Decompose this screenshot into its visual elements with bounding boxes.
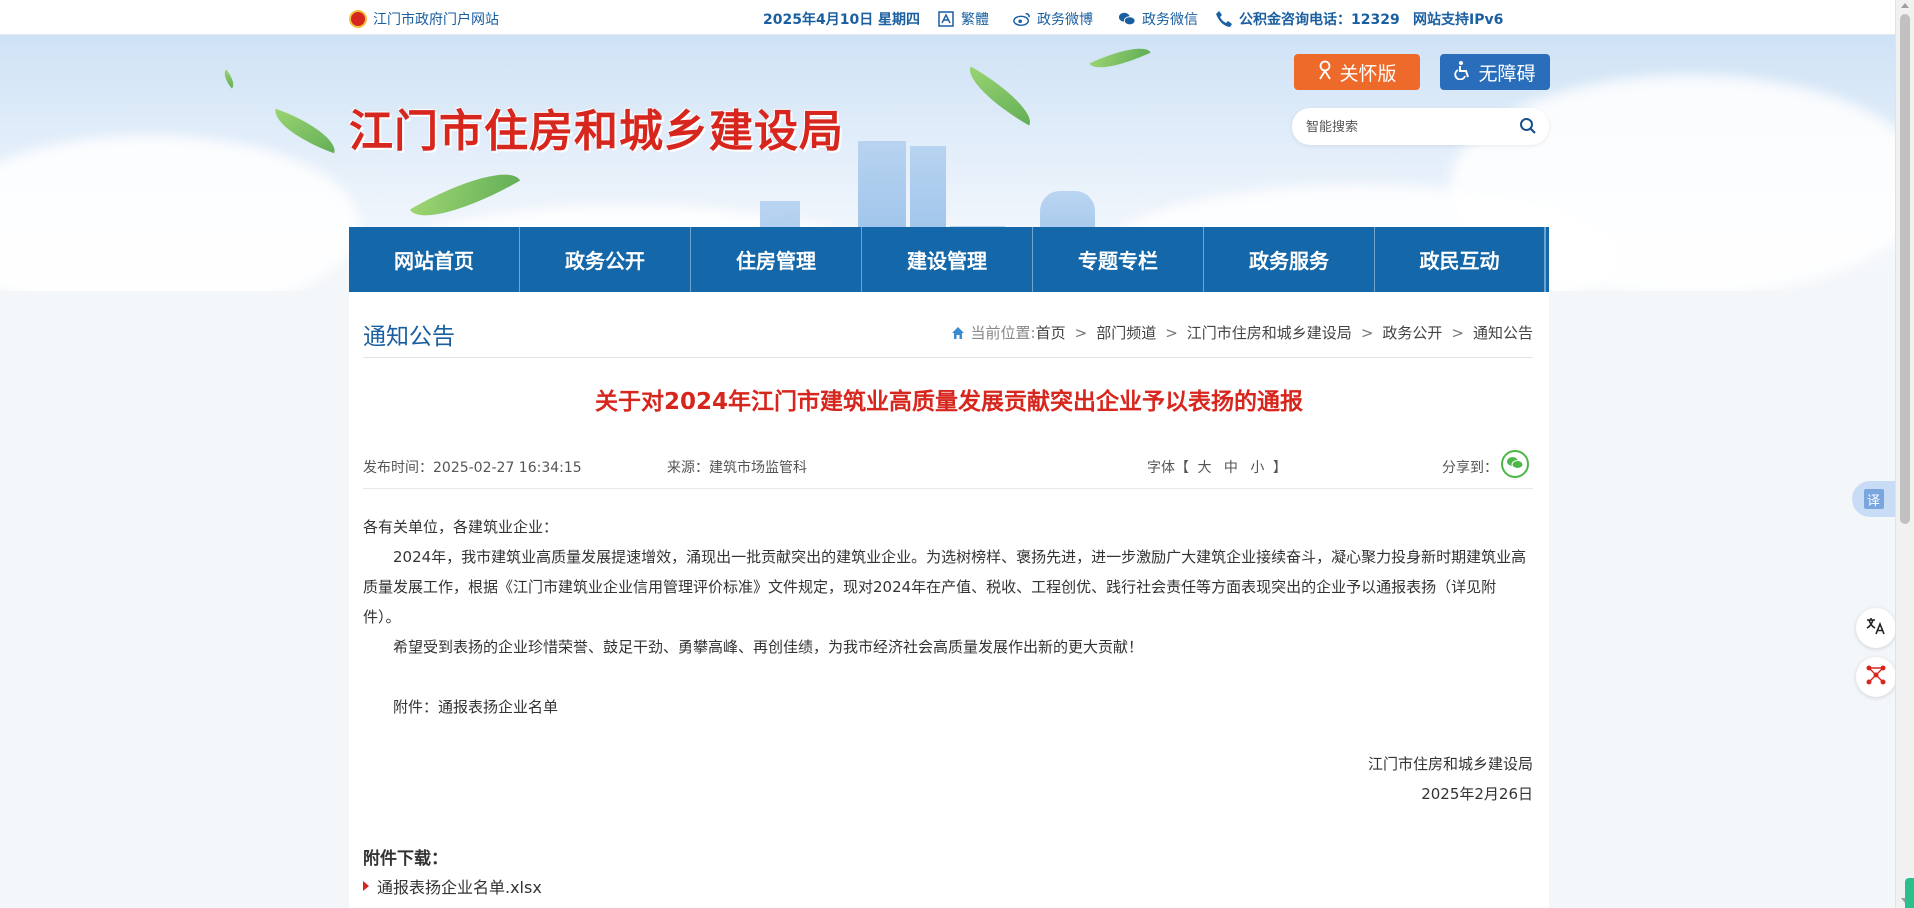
portal-link-label: 江门市政府门户网站 <box>373 12 499 28</box>
breadcrumb-separator: > <box>1451 323 1464 342</box>
ipv6-note: 网站支持IPv6 <box>1413 12 1504 28</box>
download-file-name: 通报表扬企业名单.xlsx <box>377 878 542 897</box>
breadcrumb-notices[interactable]: 通知公告 <box>1473 322 1533 343</box>
portal-link[interactable]: 江门市政府门户网站 <box>349 9 499 29</box>
traditional-chinese-label: 繁體 <box>961 12 989 28</box>
signature: 江门市住房和城乡建设局 <box>1367 755 1533 773</box>
font-medium-button[interactable]: 中 <box>1224 460 1238 476</box>
download-link[interactable]: 通报表扬企业名单.xlsx <box>363 874 542 898</box>
current-date: 2025年4月10日 星期四 <box>763 12 921 28</box>
content-card: 通知公告 当前位置: 首页 > 部门频道 > 江门市住房和城乡建设局 > 政务公… <box>349 292 1549 908</box>
divider <box>363 357 1533 358</box>
font-size-close: 】 <box>1272 460 1287 476</box>
nav-item-topics[interactable]: 专题专栏 <box>1033 227 1204 292</box>
nav-item-interaction[interactable]: 政民互动 <box>1375 227 1546 292</box>
nav-item-home[interactable]: 网站首页 <box>349 227 520 292</box>
article-title: 关于对2024年江门市建筑业高质量发展贡献突出企业予以表扬的通报 <box>594 389 1303 415</box>
share-label: 分享到： <box>1442 460 1498 476</box>
nav-item-gov-affairs[interactable]: 政务公开 <box>520 227 691 292</box>
care-mode-button[interactable]: 关怀版 <box>1294 54 1420 90</box>
divider <box>363 488 1533 489</box>
accessibility-label: 无障碍 <box>1478 62 1536 85</box>
attachment-note: 附件：通报表扬企业名单 <box>393 698 559 716</box>
article-paragraph: 希望受到表扬的企业珍惜荣誉、鼓足干劲、勇攀高峰、再创佳绩，为我市经济社会高质量发… <box>393 638 1144 656</box>
breadcrumb: 当前位置: 首页 > 部门频道 > 江门市住房和城乡建设局 > 政务公开 > 通… <box>951 322 1533 343</box>
wechat-link[interactable]: 政务微信 <box>1118 9 1198 29</box>
top-bar-inner: 江门市政府门户网站 2025年4月10日 星期四 繁體 政务微博 政务微信 公积 <box>349 0 1549 35</box>
accessibility-button[interactable]: 无障碍 <box>1440 54 1550 90</box>
leaf-decoration <box>959 66 1041 126</box>
font-large-button[interactable]: 大 <box>1197 460 1211 476</box>
breadcrumb-bureau[interactable]: 江门市住房和城乡建设局 <box>1187 322 1352 343</box>
breadcrumb-current-label: 当前位置: <box>970 324 1036 342</box>
care-icon <box>1317 60 1333 85</box>
breadcrumb-gov-affairs[interactable]: 政务公开 <box>1382 322 1442 343</box>
top-bar: 江门市政府门户网站 2025年4月10日 星期四 繁體 政务微博 政务微信 公积 <box>0 0 1895 35</box>
leaf-decoration <box>268 108 342 154</box>
search-box <box>1292 108 1549 145</box>
font-size-label: 字体【 <box>1147 460 1189 476</box>
language-translate-icon <box>1865 616 1887 640</box>
wheelchair-icon <box>1454 60 1472 85</box>
nav-item-construction[interactable]: 建设管理 <box>862 227 1033 292</box>
traditional-chinese-link[interactable]: 繁體 <box>937 9 989 29</box>
publish-time: 发布时间：2025-02-27 16:34:15 <box>363 460 582 476</box>
breadcrumb-home[interactable]: 首页 <box>1036 322 1066 343</box>
fund-hotline-label: 公积金咨询电话：12329 <box>1239 12 1400 28</box>
breadcrumb-separator: > <box>1165 323 1178 342</box>
leaf-decoration <box>220 69 238 89</box>
breadcrumb-separator: > <box>1074 323 1088 342</box>
wechat-icon <box>1506 455 1524 474</box>
translate-icon: 译 <box>1863 489 1884 509</box>
weibo-link[interactable]: 政务微博 <box>1013 9 1093 29</box>
network-icon <box>1865 664 1887 690</box>
scrollbar-thumb[interactable] <box>1900 14 1910 524</box>
font-small-button[interactable]: 小 <box>1250 460 1264 476</box>
home-icon <box>951 326 965 340</box>
weibo-label: 政务微博 <box>1037 12 1093 28</box>
cloud-decoration <box>0 135 360 291</box>
bullet-triangle-icon <box>363 881 369 891</box>
article-body: 各有关单位，各建筑业企业： 2024年，我市建筑业高质量发展提速增效，涌现出一批… <box>363 512 1533 722</box>
nav-item-services[interactable]: 政务服务 <box>1204 227 1375 292</box>
search-icon[interactable] <box>1519 117 1537 135</box>
network-tool-button[interactable] <box>1856 657 1896 697</box>
article-paragraph: 2024年，我市建筑业高质量发展提速增效，涌现出一批贡献突出的建筑业企业。为选树… <box>363 548 1527 626</box>
weibo-icon <box>1013 10 1031 28</box>
leaf-decoration <box>1089 38 1151 78</box>
section-title: 通知公告 <box>363 324 455 350</box>
article-salutation: 各有关单位，各建筑业企业： <box>363 518 559 536</box>
font-size-control: 字体【 大 中 小 】 <box>1147 457 1287 477</box>
scroll-up-arrow-icon[interactable] <box>1901 3 1909 8</box>
nav-item-housing[interactable]: 住房管理 <box>691 227 862 292</box>
site-title: 江门市住房和城乡建设局 <box>349 106 844 157</box>
care-mode-label: 关怀版 <box>1339 62 1397 85</box>
page-scrollbar[interactable] <box>1895 0 1914 908</box>
language-switch-button[interactable] <box>1856 608 1896 648</box>
corner-widget[interactable] <box>1905 878 1914 908</box>
phone-icon <box>1215 10 1233 28</box>
sign-date: 2025年2月26日 <box>1421 785 1533 803</box>
breadcrumb-separator: > <box>1360 323 1374 342</box>
main-nav: 网站首页 政务公开 住房管理 建设管理 专题专栏 政务服务 政民互动 <box>349 227 1549 292</box>
wechat-icon <box>1118 10 1136 28</box>
traditional-chinese-icon <box>937 10 955 28</box>
article-source: 来源：建筑市场监管科 <box>667 460 807 476</box>
wechat-share-button[interactable] <box>1501 450 1529 478</box>
translate-tab[interactable]: 译 <box>1852 481 1895 517</box>
wechat-label: 政务微信 <box>1142 12 1198 28</box>
national-emblem-icon <box>349 10 367 28</box>
download-heading: 附件下载： <box>363 849 448 869</box>
breadcrumb-department[interactable]: 部门频道 <box>1096 322 1156 343</box>
fund-hotline: 公积金咨询电话：12329 <box>1215 9 1400 29</box>
search-input[interactable] <box>1306 117 1506 137</box>
